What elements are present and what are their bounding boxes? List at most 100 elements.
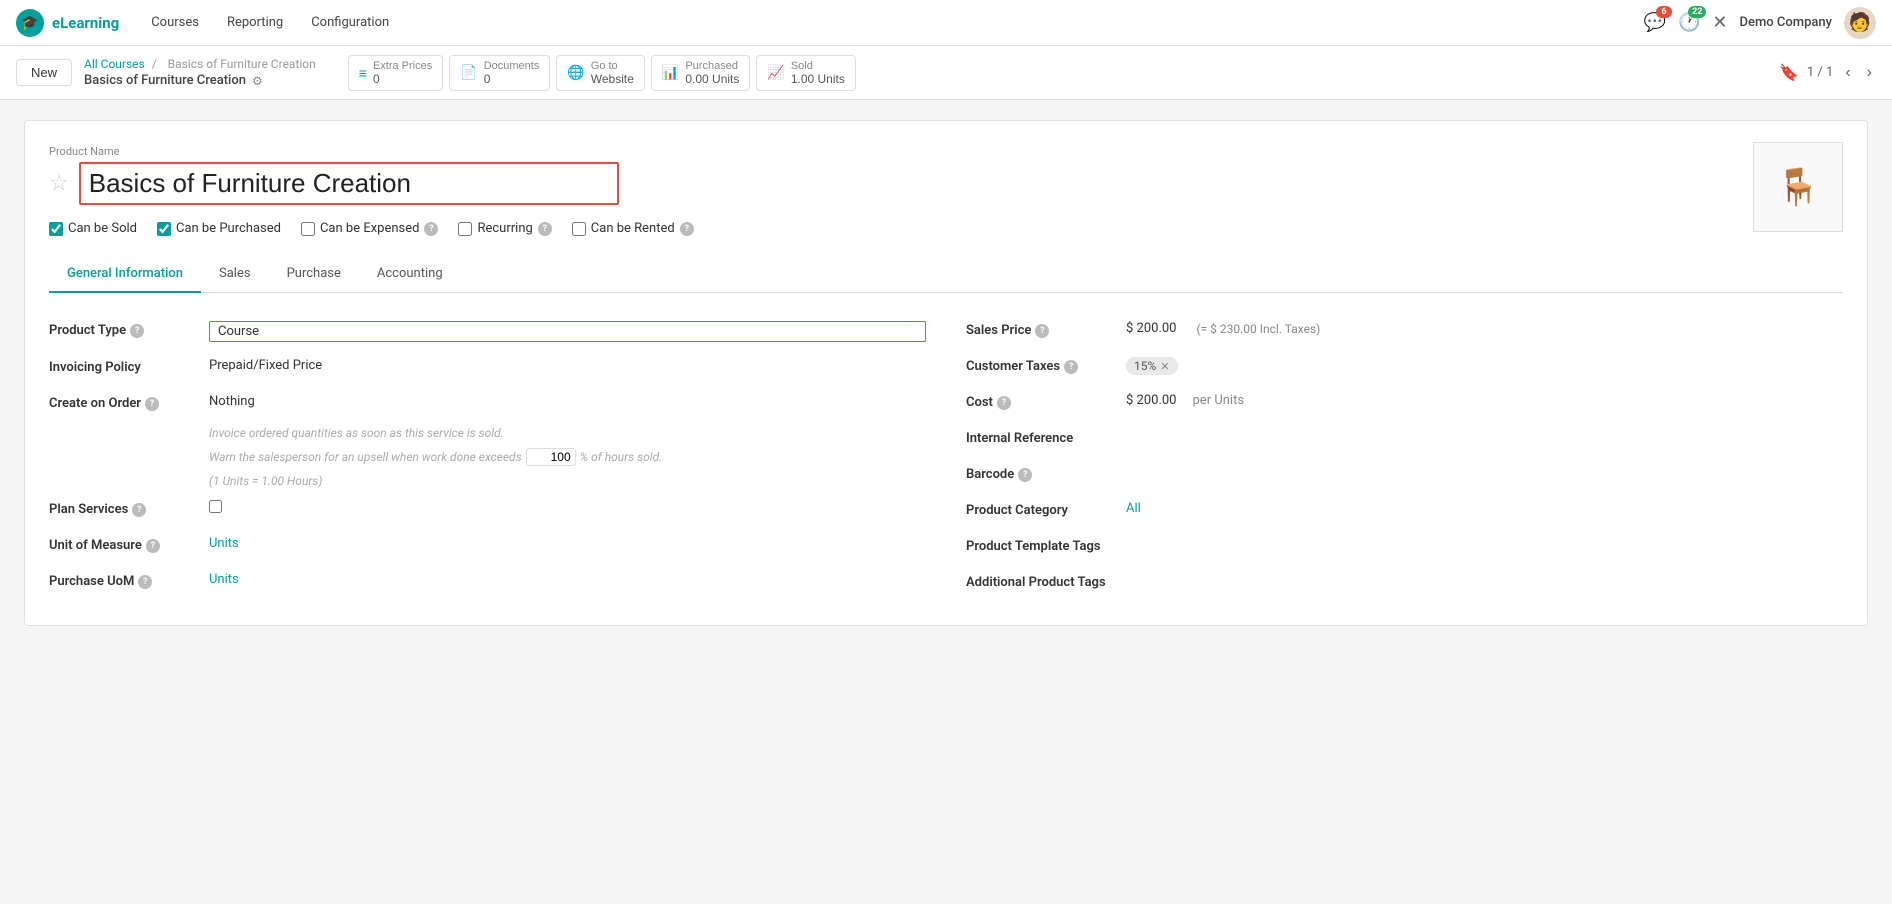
breadcrumb-parent[interactable]: All Courses bbox=[84, 57, 145, 71]
purchased-icon: 📊 bbox=[662, 64, 679, 81]
product-type-value[interactable]: Course bbox=[209, 321, 926, 342]
extra-prices-icon: ≡ bbox=[359, 65, 367, 81]
can-be-expensed-checkbox[interactable]: Can be Expensed ? bbox=[301, 221, 439, 236]
upsell-text-before: Warn the salesperson for an upsell when … bbox=[209, 450, 522, 464]
upsell-threshold-input[interactable] bbox=[526, 448, 576, 466]
create-on-order-help-icon[interactable]: ? bbox=[145, 397, 159, 411]
new-button[interactable]: New bbox=[16, 59, 72, 86]
barcode-value[interactable] bbox=[1126, 465, 1843, 480]
barcode-label: Barcode ? bbox=[966, 465, 1126, 482]
customer-taxes-row: Customer Taxes ? 15% ✕ bbox=[966, 349, 1843, 385]
next-page-button[interactable]: › bbox=[1863, 62, 1876, 84]
settings-icon[interactable]: ⚙ bbox=[252, 74, 263, 88]
sales-price-value-row: $ 200.00 (= $ 230.00 Incl. Taxes) bbox=[1126, 321, 1320, 336]
stat-buttons-container: ≡ Extra Prices 0 📄 Documents 0 🌐 Go to W… bbox=[348, 55, 856, 91]
cost-value[interactable]: $ 200.00 bbox=[1126, 393, 1177, 408]
uom-value[interactable]: Units bbox=[209, 536, 926, 551]
cost-help-icon[interactable]: ? bbox=[997, 396, 1011, 410]
recurring-help-icon[interactable]: ? bbox=[538, 222, 552, 236]
invoicing-policy-label: Invoicing Policy bbox=[49, 358, 209, 375]
product-type-help-icon[interactable]: ? bbox=[130, 324, 144, 338]
tax-badge-remove-icon[interactable]: ✕ bbox=[1160, 360, 1169, 373]
create-on-order-row: Create on Order ? Nothing bbox=[49, 386, 926, 422]
favorite-star-icon[interactable]: ☆ bbox=[49, 171, 69, 196]
pagination: 🔖 1 / 1 ‹ › bbox=[1779, 62, 1876, 84]
tax-badge-15: 15% ✕ bbox=[1126, 357, 1178, 375]
form-grid: Product Type ? Course Invoicing Policy P… bbox=[49, 313, 1843, 601]
nav-courses[interactable]: Courses bbox=[139, 9, 211, 36]
barcode-help-icon[interactable]: ? bbox=[1018, 468, 1032, 482]
product-name-label: Product Name bbox=[49, 145, 1843, 158]
additional-product-tags-value[interactable] bbox=[1126, 573, 1843, 588]
go-to-website-button[interactable]: 🌐 Go to Website bbox=[556, 55, 645, 91]
nav-reporting[interactable]: Reporting bbox=[215, 9, 295, 36]
purchase-uom-label: Purchase UoM ? bbox=[49, 572, 209, 589]
tab-purchase[interactable]: Purchase bbox=[269, 256, 359, 293]
internal-reference-label: Internal Reference bbox=[966, 429, 1126, 446]
customer-taxes-value: 15% ✕ bbox=[1126, 357, 1843, 375]
plan-services-row: Plan Services ? bbox=[49, 492, 926, 528]
uom-help-icon[interactable]: ? bbox=[146, 539, 160, 553]
purchased-label: Purchased 0.00 Units bbox=[685, 60, 739, 86]
user-avatar[interactable]: 🧑 bbox=[1844, 7, 1876, 39]
product-name-input[interactable] bbox=[79, 162, 619, 205]
uom-label: Unit of Measure ? bbox=[49, 536, 209, 553]
tab-general-information[interactable]: General Information bbox=[49, 256, 201, 293]
can-be-rented-label: Can be Rented bbox=[591, 221, 675, 236]
internal-reference-value[interactable] bbox=[1126, 429, 1843, 444]
product-category-row: Product Category All bbox=[966, 493, 1843, 529]
bookmark-icon[interactable]: 🔖 bbox=[1779, 63, 1799, 82]
can-be-rented-help-icon[interactable]: ? bbox=[680, 222, 694, 236]
extra-prices-button[interactable]: ≡ Extra Prices 0 bbox=[348, 55, 443, 91]
invoice-hint: Invoice ordered quantities as soon as th… bbox=[49, 422, 926, 444]
tabs-bar: General Information Sales Purchase Accou… bbox=[49, 256, 1843, 293]
per-unit-label: per Units bbox=[1193, 393, 1245, 408]
breadcrumb-separator: / bbox=[152, 57, 157, 71]
can-be-sold-label: Can be Sold bbox=[68, 221, 137, 236]
create-on-order-value[interactable]: Nothing bbox=[209, 394, 926, 409]
can-be-rented-checkbox[interactable]: Can be Rented ? bbox=[572, 221, 694, 236]
customer-taxes-help-icon[interactable]: ? bbox=[1064, 360, 1078, 374]
messages-button[interactable]: 💬 6 bbox=[1644, 12, 1666, 33]
tab-accounting[interactable]: Accounting bbox=[359, 256, 461, 293]
customer-taxes-label: Customer Taxes ? bbox=[966, 357, 1126, 374]
prev-page-button[interactable]: ‹ bbox=[1841, 62, 1854, 84]
product-template-tags-label: Product Template Tags bbox=[966, 537, 1126, 554]
purchased-button[interactable]: 📊 Purchased 0.00 Units bbox=[651, 55, 750, 91]
form-left: Product Type ? Course Invoicing Policy P… bbox=[49, 313, 926, 601]
plan-services-label: Plan Services ? bbox=[49, 500, 209, 517]
product-image[interactable]: 🪑 bbox=[1753, 142, 1843, 232]
sold-button[interactable]: 📈 Sold 1.00 Units bbox=[756, 55, 855, 91]
close-button[interactable]: ✕ bbox=[1712, 12, 1727, 33]
top-navigation: 🎓 eLearning Courses Reporting Configurat… bbox=[0, 0, 1892, 46]
can-be-purchased-checkbox[interactable]: Can be Purchased bbox=[157, 221, 281, 236]
nav-configuration[interactable]: Configuration bbox=[299, 9, 401, 36]
app-logo[interactable]: 🎓 eLearning bbox=[16, 9, 119, 37]
tab-sales[interactable]: Sales bbox=[201, 256, 269, 293]
invoicing-policy-value[interactable]: Prepaid/Fixed Price bbox=[209, 358, 926, 373]
can-be-sold-checkbox[interactable]: Can be Sold bbox=[49, 221, 137, 236]
activities-button[interactable]: 🕐 22 bbox=[1678, 12, 1700, 33]
page-title: Basics of Furniture Creation bbox=[84, 73, 246, 88]
sales-price-row: Sales Price ? $ 200.00 (= $ 230.00 Incl.… bbox=[966, 313, 1843, 349]
documents-button[interactable]: 📄 Documents 0 bbox=[449, 55, 550, 91]
plan-services-help-icon[interactable]: ? bbox=[132, 503, 146, 517]
barcode-row: Barcode ? bbox=[966, 457, 1843, 493]
sales-price-help-icon[interactable]: ? bbox=[1035, 324, 1049, 338]
can-be-expensed-help-icon[interactable]: ? bbox=[424, 222, 438, 236]
product-name-row: ☆ 🪑 bbox=[49, 162, 1843, 205]
product-category-value[interactable]: All bbox=[1126, 501, 1843, 516]
pagination-text: 1 / 1 bbox=[1807, 65, 1833, 80]
additional-product-tags-row: Additional Product Tags bbox=[966, 565, 1843, 601]
documents-icon: 📄 bbox=[460, 64, 477, 81]
purchase-uom-value[interactable]: Units bbox=[209, 572, 926, 587]
sales-price-value[interactable]: $ 200.00 bbox=[1126, 321, 1177, 336]
purchase-uom-help-icon[interactable]: ? bbox=[138, 575, 152, 589]
cost-value-row: $ 200.00 per Units bbox=[1126, 393, 1244, 408]
recurring-checkbox[interactable]: Recurring ? bbox=[458, 221, 551, 236]
additional-product-tags-label: Additional Product Tags bbox=[966, 573, 1126, 590]
product-template-tags-value[interactable] bbox=[1126, 537, 1843, 552]
cost-label: Cost ? bbox=[966, 393, 1126, 410]
plan-services-checkbox[interactable] bbox=[209, 500, 222, 513]
main-content: Product Name ☆ 🪑 Can be Sold Can be Purc… bbox=[0, 100, 1892, 904]
